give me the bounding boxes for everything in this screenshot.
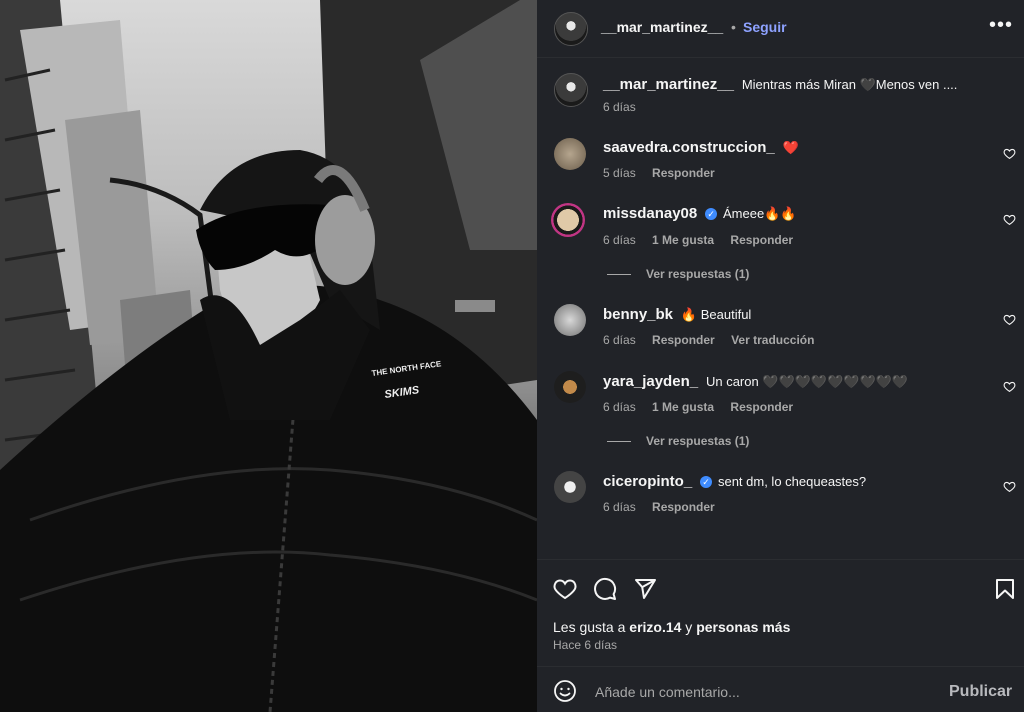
header-divider [537,57,1024,58]
caption: __mar_martinez__ Mientras más Miran 🖤Men… [603,76,957,93]
publish-button[interactable]: Publicar [949,683,1012,701]
comment-like-icon[interactable] [1003,313,1016,326]
comment-5: ciceropinto_ ✓ sent dm, lo chequeastes? [603,473,866,490]
reply-button[interactable]: Responder [652,333,715,347]
heart-icon[interactable] [553,577,577,601]
likes-prefix: Les gusta a [553,619,630,635]
view-replies-button[interactable]: Ver respuestas (1) [646,267,749,281]
reply-button[interactable]: Responder [730,233,793,247]
post-time: Hace 6 días [553,638,618,652]
verified-badge-icon: ✓ [700,476,713,488]
comment-time: 6 días [603,500,636,514]
comment-username[interactable]: missdanay08 [603,205,697,222]
comment-divider [537,666,1024,667]
caption-text: Mientras más Miran 🖤Menos ven .... [741,77,958,92]
comment-avatar-story[interactable] [551,203,585,237]
likes-middle: y [681,619,697,635]
translate-button[interactable]: Ver traducción [731,333,814,347]
reply-button[interactable]: Responder [652,500,715,514]
comment-time: 6 días [603,400,636,414]
actions-divider [537,559,1024,560]
likes-user[interactable]: erizo.14 [629,619,681,635]
comment-username[interactable]: yara_jayden_ [603,373,698,390]
comment-time: 6 días [603,333,636,347]
comment-meta: 5 días Responder [603,166,728,180]
comment-avatar[interactable] [554,371,586,403]
comment-1: saavedra.construccion_ ❤️ [603,139,799,156]
replies-divider [607,441,631,442]
bookmark-icon[interactable] [993,577,1017,601]
post-modal: THE NORTH FACE SKIMS __mar_martinez__ • … [0,0,1024,712]
comment-meta: 6 días 1 Me gusta Responder [603,233,806,247]
comment-like-icon[interactable] [1003,380,1016,393]
likes-others[interactable]: personas más [696,619,790,635]
post-photo[interactable]: THE NORTH FACE SKIMS [0,0,537,712]
post-side-panel: __mar_martinez__ • Seguir ••• __mar_mart… [537,0,1024,712]
comment-like-icon[interactable] [1003,147,1016,160]
comment-icon[interactable] [593,577,617,601]
comment-username[interactable]: saavedra.construccion_ [603,139,775,156]
comment-text: ❤️ [782,140,799,155]
comment-likes[interactable]: 1 Me gusta [652,233,714,247]
emoji-icon[interactable] [553,679,577,703]
caption-time: 6 días [603,100,636,114]
follow-button[interactable]: Seguir [743,19,787,35]
comment-input[interactable] [593,676,937,708]
reply-button[interactable]: Responder [730,400,793,414]
comment-like-icon[interactable] [1003,480,1016,493]
comment-avatar[interactable] [554,471,586,503]
comment-meta: 6 días Responder Ver traducción [603,333,827,347]
comment-text: Ámeee🔥🔥 [723,206,797,221]
header-separator: • [731,19,736,35]
comment-3: benny_bk 🔥 Beautiful [603,306,751,323]
author-avatar[interactable] [554,12,588,46]
photo-illustration: THE NORTH FACE SKIMS [0,0,537,712]
comment-avatar[interactable] [554,138,586,170]
comment-like-icon[interactable] [1003,213,1016,226]
comment-text: sent dm, lo chequeastes? [717,474,867,489]
verified-badge-icon: ✓ [705,208,718,220]
caption-avatar[interactable] [554,73,588,107]
comment-time: 5 días [603,166,636,180]
comment-2: missdanay08 ✓ Ámeee🔥🔥 [603,205,797,222]
comment-likes[interactable]: 1 Me gusta [652,400,714,414]
comment-meta: 6 días Responder [603,500,728,514]
likes-summary: Les gusta a erizo.14 y personas más [553,619,790,635]
caption-username[interactable]: __mar_martinez__ [603,76,734,93]
author-username[interactable]: __mar_martinez__ [601,19,723,35]
replies-divider [607,274,631,275]
share-icon[interactable] [633,577,657,601]
post-header: __mar_martinez__ • Seguir ••• [537,0,1024,56]
comment-username[interactable]: benny_bk [603,306,673,323]
comment-username[interactable]: ciceropinto_ [603,473,692,490]
comment-4: yara_jayden_ Un caron 🖤🖤🖤🖤🖤🖤🖤🖤🖤 [603,373,908,390]
more-options-icon[interactable]: ••• [989,14,1013,37]
comment-avatar[interactable] [554,304,586,336]
comment-text: Un caron 🖤🖤🖤🖤🖤🖤🖤🖤🖤 [705,374,909,389]
comment-time: 6 días [603,233,636,247]
comment-text: 🔥 Beautiful [680,307,752,322]
comment-meta: 6 días 1 Me gusta Responder [603,400,806,414]
view-replies-button[interactable]: Ver respuestas (1) [646,434,749,448]
reply-button[interactable]: Responder [652,166,715,180]
